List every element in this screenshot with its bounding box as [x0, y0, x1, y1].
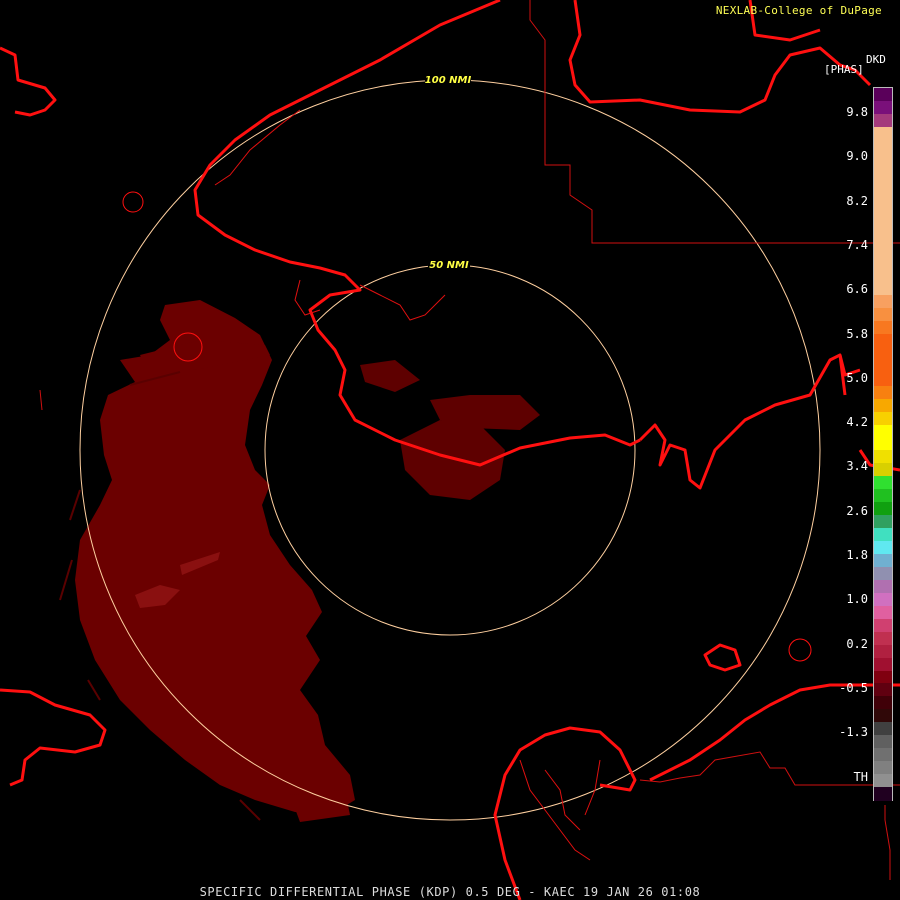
- color-scale-segment: [874, 308, 892, 322]
- color-scale-segment: [874, 88, 892, 102]
- color-scale-tick: 9.8: [846, 105, 868, 119]
- color-scale-tick: 1.0: [846, 592, 868, 607]
- color-scale-segment: [874, 631, 892, 646]
- color-scale-segment: [874, 152, 892, 167]
- product-caption: SPECIFIC DIFFERENTIAL PHASE (KDP) 0.5 DE…: [199, 885, 701, 899]
- color-scale-segment: [874, 113, 892, 128]
- color-scale-segment: [874, 735, 892, 749]
- color-scale-segment: [874, 126, 892, 141]
- color-scale-segment: [874, 411, 892, 426]
- color-scale-tick: 8.2: [846, 193, 868, 208]
- color-scale-segment: [874, 476, 892, 490]
- color-scale-segment: [874, 502, 892, 516]
- color-scale-segment: [874, 230, 892, 244]
- radar-map: 100 NMI 50 NMI: [0, 0, 900, 900]
- color-scale-segment: [874, 709, 892, 723]
- legend-units: [PHAS]: [824, 63, 864, 76]
- color-scale-tick: 0.2: [846, 636, 868, 651]
- color-scale-segment: [874, 256, 892, 270]
- color-scale-segment: [874, 748, 892, 762]
- color-scale-segment: [874, 217, 892, 231]
- color-scale-segment: [874, 722, 892, 736]
- color-scale-tick: 9.0: [846, 149, 868, 164]
- color-scale-segment: [874, 579, 892, 594]
- color-scale-segment: [874, 774, 892, 788]
- color-scale-segment: [874, 657, 892, 672]
- color-scale-segment: [874, 528, 892, 542]
- color-scale-segment: [874, 385, 892, 400]
- color-scale-segment: [874, 295, 892, 309]
- color-scale-segment: [874, 761, 892, 775]
- color-scale-segment: [874, 450, 892, 464]
- color-scale-tick: 5.8: [846, 326, 868, 341]
- color-scale-bar: [873, 87, 893, 801]
- color-scale-segment: [874, 683, 892, 698]
- color-scale-tick: 2.6: [846, 503, 868, 518]
- color-scale-tick: 6.6: [846, 282, 868, 297]
- color-scale-segment: [874, 398, 892, 413]
- color-scale-segment: [874, 346, 892, 361]
- color-scale-segment: [874, 100, 892, 115]
- color-scale-segment: [874, 321, 892, 335]
- ground-clutter: [360, 360, 540, 500]
- color-scale-segment: [874, 696, 892, 710]
- color-scale-segment: [874, 515, 892, 529]
- color-scale-segment: [874, 670, 892, 685]
- color-scale-tick: -0.5: [839, 680, 868, 695]
- color-scale-segment: [874, 372, 892, 387]
- product-code: DKD: [866, 53, 886, 66]
- color-scale-segment: [874, 618, 892, 633]
- color-scale-segment: [874, 139, 892, 154]
- color-scale-segment: [874, 243, 892, 257]
- color-scale-segment: [874, 541, 892, 555]
- color-scale-segment: [874, 165, 892, 180]
- color-scale-segment: [874, 644, 892, 659]
- color-scale-segment: [874, 489, 892, 503]
- color-scale-tick: 3.4: [846, 459, 868, 474]
- color-scale-segment: [874, 554, 892, 568]
- color-scale-segment: [874, 178, 892, 193]
- color-scale-segment: [874, 424, 892, 439]
- color-scale-segment: [874, 269, 892, 283]
- color-scale-segment: [874, 282, 892, 296]
- color-scale-segment: [874, 191, 892, 206]
- ring-label-100: 100 NMI: [425, 75, 472, 86]
- color-scale-tick: 7.4: [846, 237, 868, 252]
- color-scale-segment: [874, 437, 892, 452]
- color-scale-tick: 4.2: [846, 415, 868, 430]
- radar-display: 100 NMI 50 NMI NEXLAB-College of DuPage …: [0, 0, 900, 900]
- color-scale-tick: -1.3: [839, 725, 868, 740]
- range-ring-labels: 100 NMI 50 NMI: [425, 73, 472, 271]
- color-scale-tick: 1.8: [846, 548, 868, 562]
- color-scale-segment: [874, 333, 892, 348]
- color-scale-segment: [874, 204, 892, 219]
- ring-label-50: 50 NMI: [429, 260, 469, 271]
- color-scale-segment: [874, 359, 892, 374]
- color-scale-tick: TH: [853, 769, 868, 784]
- color-scale-segment: [874, 605, 892, 620]
- credit-text: NEXLAB-College of DuPage: [715, 4, 882, 17]
- color-scale-tick: 5.0: [846, 370, 868, 385]
- color-scale-segment: [874, 463, 892, 477]
- color-scale-segment: [874, 787, 892, 801]
- color-scale-segment: [874, 566, 892, 581]
- color-scale-segment: [874, 592, 892, 607]
